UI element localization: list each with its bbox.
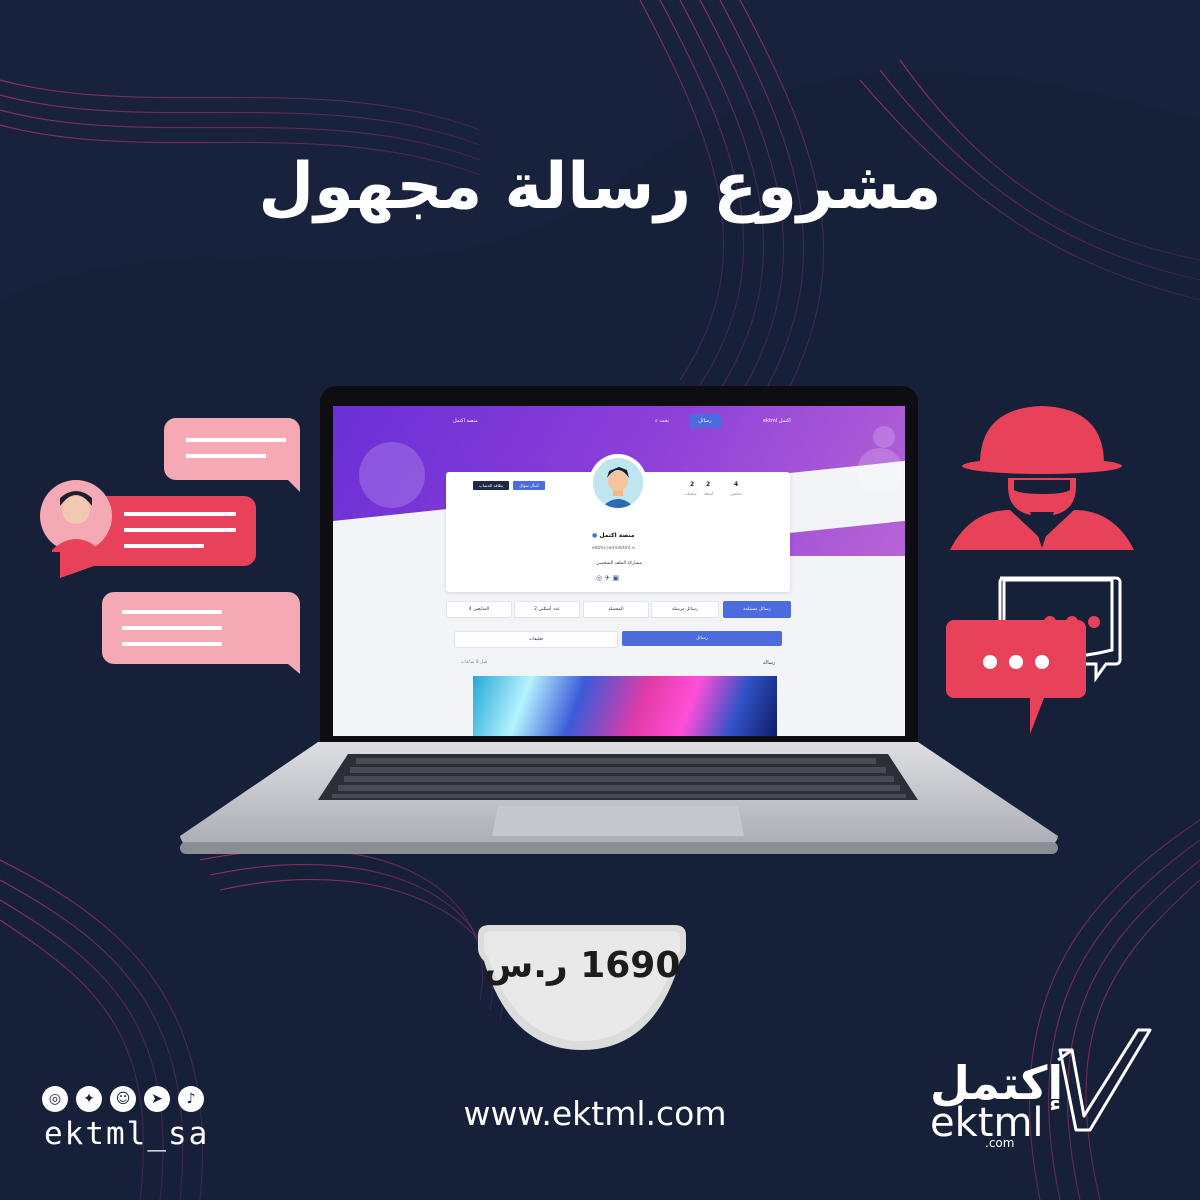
profile-name: منصة اكتمل ● bbox=[592, 532, 635, 539]
post-image bbox=[473, 676, 777, 736]
post-title: رسالة bbox=[763, 660, 776, 666]
stat-followers-label: متابعين bbox=[730, 491, 742, 496]
search-icon: ⌕ bbox=[655, 418, 658, 424]
nav-search-link[interactable]: ⌕ بحث bbox=[655, 418, 669, 424]
stat-following-value: 2 bbox=[690, 481, 695, 488]
ask-question-button[interactable]: أسأل سؤال bbox=[513, 481, 545, 490]
segment-messages[interactable]: رسائل bbox=[622, 631, 782, 646]
post-time: قبل 8 ساعات bbox=[461, 660, 488, 665]
chat-bubbles-illustration bbox=[40, 418, 300, 674]
stat-questions-value: 2 bbox=[706, 481, 711, 488]
laptop-screen: اكتمل ektml رسائل ⌕ بحث منصة اكتمل بطاقة… bbox=[333, 406, 905, 736]
instagram-icon[interactable]: ◎ bbox=[42, 1086, 68, 1112]
logo-domain: .com bbox=[985, 1136, 1015, 1150]
logo-mark-icon bbox=[1057, 1028, 1152, 1132]
tiktok-icon[interactable]: ♪ bbox=[178, 1086, 204, 1112]
tab-received-messages[interactable]: رسائل مستلمة bbox=[723, 601, 791, 618]
stat-following-label: متابعات bbox=[684, 491, 697, 496]
twitter-icon[interactable]: ✈ bbox=[604, 574, 610, 582]
stat-followers-value: 4 bbox=[734, 481, 739, 488]
nav-messages-button[interactable]: رسائل bbox=[689, 414, 721, 428]
price-badge-shape bbox=[478, 925, 686, 1050]
page-title: مشروع رسالة مجهول bbox=[258, 150, 942, 224]
telegram-icon[interactable]: ➤ bbox=[144, 1086, 170, 1112]
stat-questions-label: أسئلة bbox=[704, 491, 714, 496]
share-profile-label: مشاركة الملف الشخصي bbox=[596, 561, 642, 566]
price-label: 1690 ر.س bbox=[483, 945, 681, 986]
laptop-keyboard-base bbox=[180, 742, 1058, 854]
share-icons-row: ◎ ✈ ▣ bbox=[596, 574, 619, 582]
share-icon: ⋖ bbox=[631, 546, 636, 551]
snapchat-icon[interactable]: ☺ bbox=[110, 1086, 136, 1112]
nav-site-name[interactable]: منصة اكتمل bbox=[453, 418, 478, 424]
verified-icon: ● bbox=[592, 532, 598, 539]
poster: مشروع رسالة مجهول اكتمل ektml رسائل ⌕ بح… bbox=[0, 0, 1200, 1200]
tab-my-questions[interactable]: عدد أسئلتي 2 bbox=[514, 601, 580, 618]
whatsapp-icon[interactable]: ◎ bbox=[596, 574, 602, 582]
tab-favorites[interactable]: المفضلة bbox=[583, 601, 649, 618]
facebook-icon[interactable]: ▣ bbox=[612, 574, 619, 582]
avatar-person-icon bbox=[593, 458, 643, 508]
nav-logo[interactable]: اكتمل ektml bbox=[763, 418, 791, 424]
tab-sent-messages[interactable]: رسائل مرسلة bbox=[651, 601, 719, 618]
avatar bbox=[589, 454, 647, 512]
tab-followers[interactable]: المتابعين 4 bbox=[446, 601, 512, 618]
account-card-button[interactable]: بطاقة الحساب bbox=[473, 481, 509, 490]
anonymous-hacker-illustration bbox=[946, 406, 1134, 734]
social-handle: ektml_sa bbox=[44, 1116, 210, 1152]
twitter-icon[interactable]: ✦ bbox=[76, 1086, 102, 1112]
website-url[interactable]: www.ektml.com bbox=[400, 1094, 790, 1133]
profile-link[interactable]: ektml.com/ektml ⋖ bbox=[592, 546, 635, 551]
segment-comments[interactable]: تعليقات bbox=[454, 631, 618, 648]
